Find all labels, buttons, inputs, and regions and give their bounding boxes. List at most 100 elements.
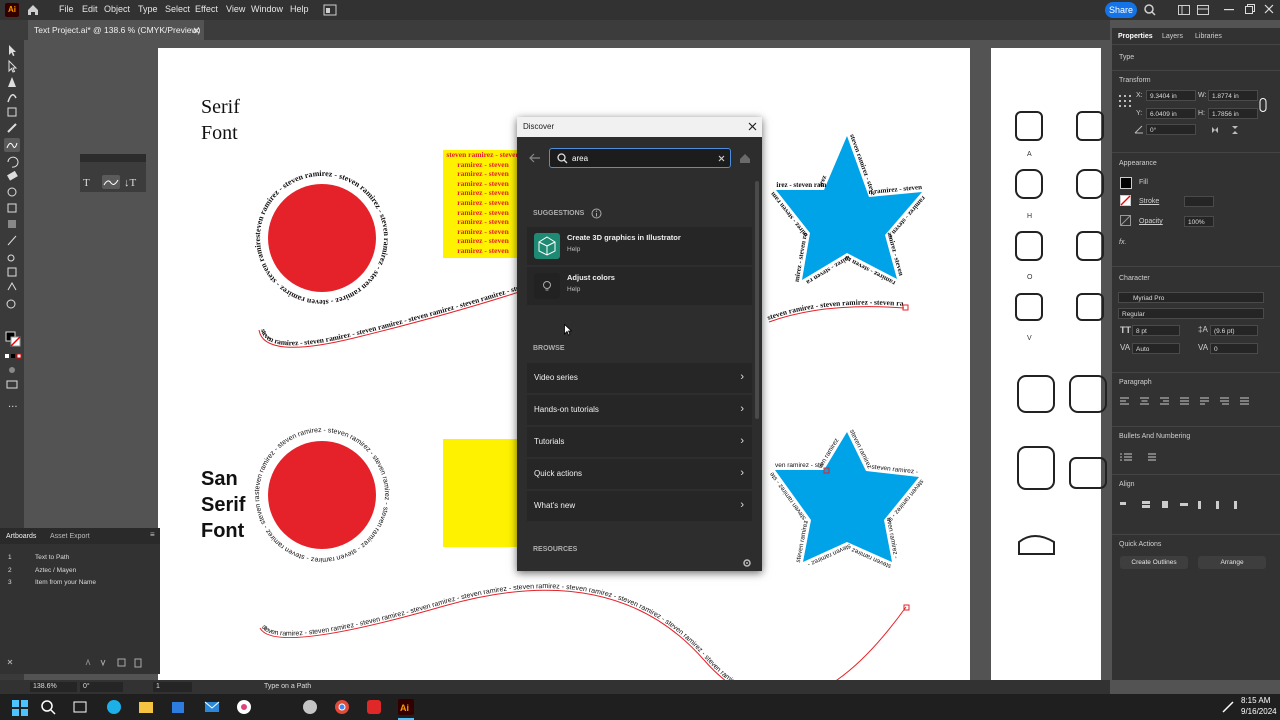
menu-file[interactable]: File — [59, 4, 74, 14]
chrome-icon[interactable] — [332, 697, 352, 717]
opacity-label[interactable]: Opacity — [1139, 218, 1163, 225]
font-style-dropdown[interactable]: Regular — [1118, 308, 1264, 319]
bullets-icons[interactable] — [1120, 452, 1170, 462]
browse-item-whats-new[interactable]: What's new › — [527, 491, 752, 521]
info-icon[interactable] — [591, 208, 602, 219]
steam-icon[interactable] — [300, 697, 320, 717]
fx-label[interactable]: fx. — [1119, 239, 1126, 246]
menu-type[interactable]: Type — [138, 4, 158, 14]
tab-libraries[interactable]: Libraries — [1195, 33, 1222, 40]
free-transform-tool-icon — [7, 203, 17, 213]
tab-artboards[interactable]: Artboards — [6, 533, 36, 540]
stroke-label[interactable]: Stroke — [1139, 198, 1159, 205]
close-icon[interactable] — [748, 122, 757, 131]
clock-date[interactable]: 9/16/2024 — [1241, 707, 1277, 716]
quick-actions-label: Quick Actions — [1119, 541, 1162, 548]
3d-graphics-icon — [534, 233, 560, 259]
document-tab[interactable]: Text Project.ai* @ 138.6 % (CMYK/Preview… — [28, 20, 204, 40]
menu-object[interactable]: Object — [104, 4, 130, 14]
close-window-icon[interactable] — [1264, 4, 1274, 14]
discover-search-input[interactable] — [572, 152, 702, 164]
layout-icon[interactable] — [1197, 5, 1209, 15]
more-tools-icon: ··· — [8, 402, 18, 413]
document-tab-title: Text Project.ai* @ 138.6 % (CMYK/Preview… — [34, 25, 201, 35]
edge-browser-icon[interactable] — [104, 697, 124, 717]
paragraph-align-icons[interactable] — [1120, 397, 1260, 407]
panel-menu-icon[interactable]: ≡ — [150, 530, 155, 539]
microsoft-store-icon[interactable] — [168, 697, 188, 717]
app-icon[interactable] — [364, 697, 384, 717]
flip-icons[interactable] — [1210, 125, 1250, 135]
x-position-field[interactable]: 9.3404 in — [1146, 90, 1196, 101]
glyph-label-h: H — [1027, 213, 1033, 220]
search-icon[interactable] — [38, 697, 58, 717]
kerning-field[interactable]: Auto — [1132, 343, 1180, 354]
workspace-icon[interactable] — [1178, 5, 1190, 15]
tracking-field[interactable]: 0 — [1210, 343, 1258, 354]
clock-time[interactable]: 8:15 AM — [1241, 696, 1270, 705]
width-field[interactable]: 1.8774 in — [1208, 90, 1258, 101]
menu-window[interactable]: Window — [251, 4, 283, 14]
align-icons[interactable] — [1120, 500, 1260, 510]
rotation-field[interactable]: 0° — [1146, 124, 1196, 135]
arrange-button[interactable]: Arrange — [1198, 556, 1266, 569]
windows-start-icon[interactable] — [10, 697, 30, 717]
search-icon[interactable] — [1144, 4, 1156, 16]
menu-view[interactable]: View — [226, 4, 245, 14]
share-button[interactable]: Share — [1105, 2, 1137, 18]
home-icon[interactable] — [26, 3, 40, 17]
task-view-icon[interactable] — [70, 697, 90, 717]
browse-item-quick-actions[interactable]: Quick actions › — [527, 459, 752, 489]
height-field[interactable]: 1.7856 in — [1208, 108, 1258, 119]
pen-tray-icon[interactable] — [1218, 697, 1238, 717]
chevron-right-icon: › — [740, 403, 744, 415]
constrain-proportions-icon[interactable] — [1259, 98, 1267, 112]
tab-layers[interactable]: Layers — [1162, 33, 1183, 40]
tab-asset-export[interactable]: Asset Export — [50, 533, 90, 540]
browse-item-tutorials[interactable]: Tutorials › — [527, 427, 752, 457]
stroke-weight-field[interactable] — [1184, 196, 1214, 207]
arrange-documents-icon[interactable] — [323, 4, 337, 16]
artboard-row[interactable]: 1 Text to Path — [0, 554, 160, 566]
font-size-field[interactable]: 8 pt — [1132, 325, 1180, 336]
mail-icon[interactable] — [202, 697, 222, 717]
discover-scrollbar[interactable] — [755, 181, 759, 419]
rotation-view-field[interactable]: 0° — [80, 682, 123, 692]
menu-select[interactable]: Select — [165, 4, 190, 14]
opacity-field[interactable]: 100% — [1184, 216, 1214, 227]
suggestion-item[interactable]: Create 3D graphics in Illustrator Help — [527, 227, 752, 265]
zoom-level-field[interactable]: 138.6% — [30, 682, 77, 692]
browse-item-hands-on-tutorials[interactable]: Hands-on tutorials › — [527, 395, 752, 425]
font-family-dropdown[interactable]: Myriad Pro — [1118, 292, 1264, 303]
back-arrow-icon[interactable] — [529, 153, 541, 163]
clear-search-icon[interactable] — [718, 155, 725, 162]
leading-field[interactable]: (9.6 pt) — [1210, 325, 1258, 336]
file-explorer-icon[interactable] — [136, 697, 156, 717]
artboard-panel-footer-icons[interactable] — [0, 656, 160, 670]
itunes-icon[interactable] — [234, 697, 254, 717]
y-position-field[interactable]: 6.0409 in — [1146, 108, 1196, 119]
restore-icon[interactable] — [1245, 4, 1255, 14]
menu-effect[interactable]: Effect — [195, 4, 218, 14]
close-tab-icon[interactable] — [193, 27, 200, 34]
glyph-label-a: A — [1027, 151, 1032, 158]
minimize-icon[interactable] — [1224, 9, 1234, 11]
reference-point-icon[interactable] — [1119, 95, 1131, 107]
tool-icons[interactable]: ··· — [0, 40, 24, 420]
discover-panel: Discover SUGGESTIONS Create 3D graphics … — [517, 117, 762, 571]
search-icon — [557, 153, 568, 164]
fill-color-swatch[interactable] — [1120, 177, 1132, 189]
artboard-row[interactable]: 2 Aztec / Mayen — [0, 567, 160, 579]
tab-properties[interactable]: Properties — [1118, 33, 1153, 40]
artboard-navigator-field[interactable]: 1 — [153, 682, 192, 692]
menu-help[interactable]: Help — [290, 4, 309, 14]
gear-icon[interactable] — [742, 558, 752, 568]
suggestion-item[interactable]: Adjust colors Help — [527, 267, 752, 305]
menu-edit[interactable]: Edit — [82, 4, 98, 14]
browse-item-video-series[interactable]: Video series › — [527, 363, 752, 393]
home-icon[interactable] — [739, 153, 751, 164]
create-outlines-button[interactable]: Create Outlines — [1120, 556, 1188, 569]
stroke-color-swatch[interactable] — [1120, 195, 1131, 206]
artboard-row[interactable]: 3 Item from your Name — [0, 579, 160, 591]
adobe-illustrator-taskbar-icon[interactable]: Ai — [396, 697, 416, 717]
